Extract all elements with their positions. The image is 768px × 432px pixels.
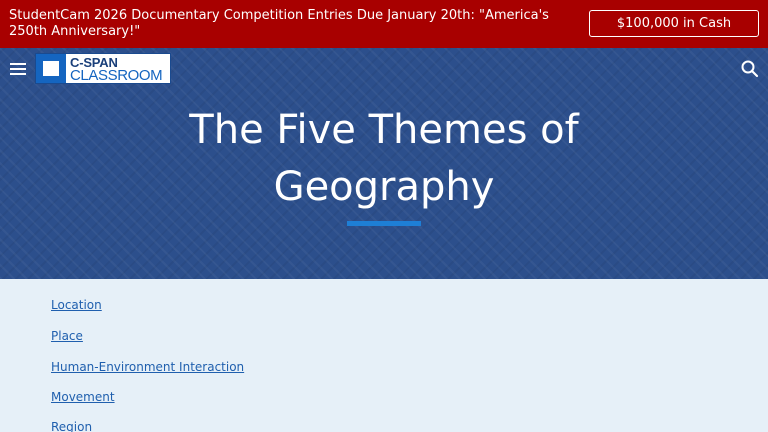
toc-link-place[interactable]: Place	[51, 329, 83, 343]
logo-mark-icon	[36, 54, 66, 83]
cspan-classroom-logo[interactable]: C-SPAN CLASSROOM	[35, 53, 171, 84]
logo-text-bottom: CLASSROOM	[70, 66, 163, 84]
cash-prize-button[interactable]: $100,000 in Cash	[589, 10, 759, 37]
title-underline	[347, 221, 421, 226]
toc-link-region[interactable]: Region	[51, 420, 92, 432]
search-icon[interactable]	[740, 59, 760, 79]
page-title: The Five Themes of Geography	[189, 107, 579, 210]
promo-text[interactable]: StudentCam 2026 Documentary Competition …	[9, 8, 569, 40]
hero-section: C-SPAN CLASSROOM The Five Themes of Geog…	[0, 48, 768, 279]
toc-link-location[interactable]: Location	[51, 298, 102, 312]
hamburger-menu-icon[interactable]	[9, 61, 27, 77]
toc-link-human-environment-interaction[interactable]: Human-Environment Interaction	[51, 360, 244, 374]
table-of-contents: Location Place Human-Environment Interac…	[0, 279, 768, 432]
promo-banner: StudentCam 2026 Documentary Competition …	[0, 0, 768, 48]
toc-link-movement[interactable]: Movement	[51, 390, 115, 404]
